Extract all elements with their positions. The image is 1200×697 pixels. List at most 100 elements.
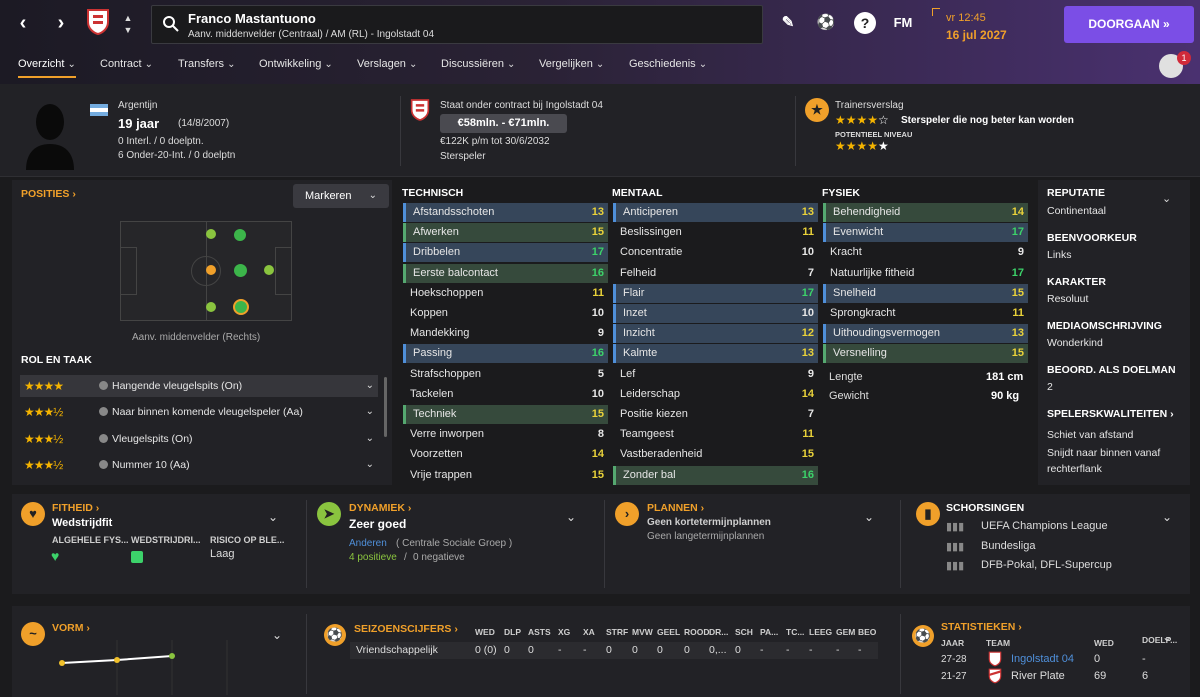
tab-transfers[interactable]: Transfers ⌄ (178, 58, 236, 70)
chevron-down-icon[interactable]: ⌄ (566, 510, 576, 524)
position-dot-mr (206, 302, 216, 312)
role-name: Hangende vleugelspits (On) (112, 380, 243, 392)
player-position-club: Aanv. middenvelder (Centraal) / AM (RL) … (188, 29, 435, 40)
attribute-row[interactable]: Hoekschoppen 11 (403, 284, 608, 303)
chevron-down-icon[interactable]: ⌄ (1162, 192, 1171, 205)
help-icon[interactable]: ? (854, 12, 876, 34)
attribute-row[interactable]: Anticiperen 13 (613, 203, 818, 222)
attribute-row[interactable]: Sprongkracht 11 (823, 304, 1028, 323)
attribute-value: 9 (1017, 246, 1024, 259)
attribute-row[interactable]: Tackelen 10 (403, 385, 608, 404)
forward-arrow-icon[interactable]: › (48, 10, 74, 38)
chevron-down-icon[interactable]: ⌄ (268, 510, 278, 524)
tab-development[interactable]: Ontwikkeling ⌄ (259, 58, 333, 70)
back-arrow-icon[interactable]: ‹ (10, 10, 36, 38)
role-row[interactable]: ★★★★ Hangende vleugelspits (On) ⌄ (20, 375, 378, 397)
tab-contract[interactable]: Contract ⌄ (100, 58, 153, 70)
attribute-row[interactable]: Dribbelen 17 (403, 243, 608, 263)
attribute-row[interactable]: Kracht 9 (823, 243, 1028, 262)
attribute-row[interactable]: Inzet 10 (613, 304, 818, 323)
chevron-down-icon[interactable]: ⌄ (1162, 510, 1172, 524)
attribute-name: Afwerken (413, 226, 459, 239)
statistics-title[interactable]: STATISTIEKEN › (941, 621, 1022, 633)
attribute-row[interactable]: Uithoudingsvermogen 13 (823, 324, 1028, 344)
fitness-title[interactable]: FITHEID › (52, 502, 99, 514)
tab-label: Verslagen (357, 58, 406, 70)
attribute-row[interactable]: Beslissingen 11 (613, 223, 818, 242)
tab-overview[interactable]: Overzicht ⌄ (18, 58, 76, 78)
stats-goals: 6 (1142, 670, 1149, 682)
attribute-row[interactable]: Zonder bal 16 (613, 465, 818, 485)
goalkeeper-rating-value: 2 (1047, 381, 1053, 393)
attribute-row[interactable]: Passing 16 (403, 344, 608, 364)
attribute-row[interactable]: Mandekking 9 (403, 324, 608, 343)
attribute-row[interactable]: Eerste balcontact 16 (403, 263, 608, 283)
traits-heading[interactable]: SPELERSKWALITEITEN › (1047, 408, 1174, 420)
highlight-dropdown[interactable]: Markeren ⌄ (293, 184, 389, 208)
chevron-down-icon[interactable]: ⌄ (864, 510, 874, 524)
social-group-link[interactable]: Anderen (349, 538, 387, 549)
tab-history[interactable]: Geschiedenis ⌄ (629, 58, 707, 70)
attribute-row[interactable]: Vrije trappen 15 (403, 466, 608, 485)
attribute-row[interactable]: Koppen 10 (403, 304, 608, 323)
technical-title: TECHNISCH (402, 187, 464, 199)
season-stat-header: WED (475, 627, 495, 637)
attribute-row[interactable]: Verre inworpen 8 (403, 425, 608, 444)
attribute-row[interactable]: Afwerken 15 (403, 223, 608, 243)
attribute-row[interactable]: Natuurlijke fitheid 17 (823, 264, 1028, 283)
attribute-row[interactable]: Concentratie 10 (613, 243, 818, 262)
attribute-row[interactable]: Voorzetten 14 (403, 445, 608, 464)
season-stat-header: GEEL (657, 627, 681, 637)
chevron-down-icon: ⌄ (324, 59, 333, 70)
player-header: Argentijn 19 jaar (14/8/2007) 0 Interl. … (0, 84, 1200, 177)
role-row[interactable]: ★★★½ Nummer 10 (Aa) ⌄ (20, 454, 378, 476)
tab-reports[interactable]: Verslagen ⌄ (357, 58, 417, 70)
dynamics-title[interactable]: DYNAMIEK › (349, 502, 411, 514)
attribute-row[interactable]: Evenwicht 17 (823, 223, 1028, 243)
club-logo-icon[interactable] (86, 8, 110, 36)
club-badge-icon[interactable]: ⚽ (815, 12, 837, 34)
attribute-row[interactable]: Versnelling 15 (823, 344, 1028, 364)
attribute-row[interactable]: Lef 9 (613, 365, 818, 384)
role-row[interactable]: ★★★½ Naar binnen komende vleugelspeler (A… (20, 401, 378, 423)
attribute-row[interactable]: Techniek 15 (403, 405, 608, 424)
attribute-row[interactable]: Positie kiezen 7 (613, 405, 818, 424)
attribute-row[interactable]: Vastberadenheid 15 (613, 445, 818, 464)
attribute-value: 17 (591, 246, 604, 259)
divider (306, 614, 307, 694)
app-window: { "player": { "name": "Franco Mastantuon… (0, 0, 1200, 697)
attribute-row[interactable]: Afstandsschoten 13 (403, 203, 608, 222)
attribute-row[interactable]: Snelheid 15 (823, 283, 1028, 303)
traits-heading-label: SPELERSKWALITEITEN (1047, 408, 1168, 420)
season-stat-header: XG (558, 627, 571, 637)
attribute-row[interactable]: Leiderschap 14 (613, 385, 818, 404)
season-stat-header: TC... (786, 627, 805, 637)
attribute-value: 9 (597, 327, 604, 340)
season-stat-value: 0 (632, 644, 638, 656)
updown-arrows-icon[interactable]: ▲ ▼ (122, 12, 134, 36)
attribute-row[interactable]: Flair 17 (613, 283, 818, 303)
season-stats-title[interactable]: SEIZOENSCIJFERS › (354, 623, 458, 635)
attribute-row[interactable]: Strafschoppen 5 (403, 365, 608, 384)
tab-discuss[interactable]: Discussiëren ⌄ (441, 58, 515, 70)
role-row[interactable]: ★★★½ Vleugelspits (On) ⌄ (20, 428, 378, 450)
stats-team-link[interactable]: Ingolstadt 04 (1011, 653, 1074, 665)
edit-pencil-icon[interactable]: ✎ (777, 12, 799, 34)
attribute-row[interactable]: Inzicht 12 (613, 324, 818, 344)
plans-title[interactable]: PLANNEN › (647, 502, 704, 514)
player-search-box[interactable]: Franco Mastantuono Aanv. middenvelder (C… (151, 5, 763, 44)
transfer-value-tag[interactable]: €58mln. - €71mln. (440, 114, 567, 133)
continue-button[interactable]: DOORGAAN » (1064, 6, 1194, 43)
roles-scrollbar[interactable] (384, 377, 387, 437)
attribute-row[interactable]: Kalmte 13 (613, 344, 818, 364)
attribute-row[interactable]: Teamgeest 11 (613, 425, 818, 444)
attribute-row[interactable]: Felheid 7 (613, 264, 818, 283)
positions-title[interactable]: POSITIES › (21, 188, 76, 200)
attribute-value: 7 (807, 408, 814, 420)
attribute-name: Techniek (413, 408, 457, 420)
form-title[interactable]: VORM › (52, 622, 90, 634)
attribute-row[interactable]: Behendigheid 14 (823, 203, 1028, 222)
tab-compare[interactable]: Vergelijken ⌄ (539, 58, 604, 70)
u20-caps: 6 Onder-20-Int. / 0 doelptn (118, 150, 236, 161)
fm-menu-button[interactable]: FM (890, 12, 916, 34)
